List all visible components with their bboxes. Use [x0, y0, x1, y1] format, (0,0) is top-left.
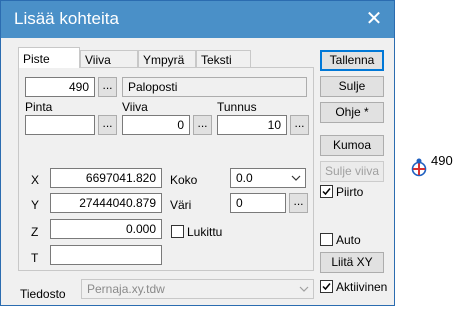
lukittu-label: Lukittu [187, 225, 223, 239]
tab-piste[interactable]: Piste [18, 47, 80, 68]
tiedosto-select: Pernaja.xy.tdw [81, 279, 314, 299]
pinta-field[interactable] [25, 115, 95, 135]
tiedosto-label: Tiedosto [20, 287, 66, 301]
koko-value: 0.0 [236, 171, 253, 185]
t-field[interactable] [50, 245, 162, 265]
y-label: Y [31, 198, 40, 212]
y-field[interactable]: 27444040.879 [50, 193, 162, 213]
viiva-field[interactable]: 0 [122, 115, 190, 135]
z-label: Z [31, 225, 39, 239]
close-button[interactable]: Sulje [320, 76, 384, 97]
dialog-title: Lisää kohteita [14, 9, 119, 28]
aktiivinen-checkbox[interactable] [320, 280, 333, 293]
code-field[interactable]: 490 [25, 77, 95, 97]
auto-checkbox[interactable] [320, 233, 333, 246]
tunnus-label: Tunnus [217, 100, 257, 114]
add-features-dialog: Lisää kohteita ✕ Piste Viiva Ympyrä Teks… [0, 0, 395, 306]
tab-ympyra[interactable]: Ympyrä [138, 50, 196, 67]
aktiivinen-label: Aktiivinen [336, 280, 388, 294]
tunnus-browse-button[interactable]: ... [290, 115, 309, 135]
chevron-down-icon [299, 280, 309, 303]
hydrant-marker-icon[interactable] [411, 157, 427, 180]
tunnus-field[interactable]: 10 [217, 115, 287, 135]
piirto-checkbox[interactable] [320, 185, 333, 198]
paste-xy-button[interactable]: Liitä XY [320, 252, 384, 273]
piirto-label: Piirto [336, 185, 364, 199]
code-name-field: Paloposti [122, 77, 307, 97]
vari-browse-button[interactable]: ... [289, 193, 308, 213]
vari-field[interactable]: 0 [230, 193, 286, 213]
x-label: X [31, 173, 40, 187]
auto-label: Auto [336, 233, 361, 247]
pinta-label: Pinta [25, 100, 53, 114]
tab-viiva[interactable]: Viiva [80, 50, 138, 67]
help-button[interactable]: Ohje * [320, 102, 384, 123]
marker-label: 490 [431, 153, 453, 168]
save-button[interactable]: Tallenna [320, 50, 384, 71]
viiva-label: Viiva [122, 100, 148, 114]
lukittu-checkbox[interactable] [171, 225, 184, 238]
title-bar[interactable]: Lisää kohteita ✕ [1, 1, 394, 38]
z-field[interactable]: 0.000 [50, 219, 162, 239]
t-label: T [31, 251, 39, 265]
x-field[interactable]: 6697041.820 [50, 168, 162, 188]
close-line-button: Sulje viiva [320, 161, 384, 182]
pinta-browse-button[interactable]: ... [98, 115, 117, 135]
koko-label: Koko [170, 173, 198, 187]
undo-button[interactable]: Kumoa [320, 135, 384, 156]
tiedosto-value: Pernaja.xy.tdw [87, 282, 165, 296]
chevron-down-icon [291, 169, 301, 192]
tab-teksti[interactable]: Teksti [196, 50, 251, 67]
code-browse-button[interactable]: ... [98, 77, 117, 97]
vari-label: Väri [170, 198, 192, 212]
koko-select[interactable]: 0.0 [230, 168, 306, 188]
close-icon[interactable]: ✕ [362, 7, 386, 31]
viiva-browse-button[interactable]: ... [193, 115, 212, 135]
